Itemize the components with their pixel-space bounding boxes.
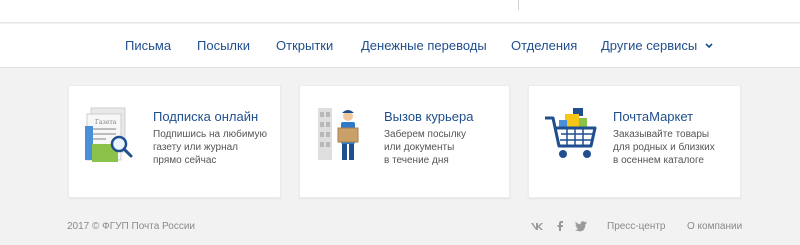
service-card-market[interactable]: ПочтаМаркет Заказывайте товары для родны… — [528, 85, 741, 198]
card-description-line: в течение дня — [384, 155, 449, 166]
chevron-down-icon — [705, 43, 713, 49]
card-title[interactable]: Вызов курьера — [384, 109, 473, 124]
main-nav: Письма Посылки Открытки Денежные перевод… — [0, 24, 800, 68]
card-description: Подпишись на любимую газету или журнал п… — [153, 128, 293, 167]
service-card-courier[interactable]: Вызов курьера Заберем посылку или докуме… — [299, 85, 510, 198]
nav-item-money-transfers[interactable]: Денежные переводы — [361, 38, 487, 53]
card-description: Заберем посылку или документы в течение … — [384, 128, 524, 167]
service-card-subscription[interactable]: Газета Подписка онлайн Подпишись на люби… — [68, 85, 281, 198]
nav-item-other-services[interactable]: Другие сервисы — [601, 38, 713, 53]
vk-icon[interactable] — [530, 220, 544, 232]
newspaper-magnifier-icon: Газета — [85, 107, 133, 162]
top-divider — [518, 0, 519, 10]
card-description-line: для родных и близких — [613, 142, 715, 153]
nav-item-letters[interactable]: Письма — [125, 38, 171, 53]
top-strip — [0, 0, 800, 23]
card-description-line: прямо сейчас — [153, 155, 217, 166]
footer-copyright: 2017 © ФГУП Почта России — [67, 221, 196, 232]
card-title[interactable]: ПочтаМаркет — [613, 109, 693, 124]
card-description-line: Подпишись на любимую — [153, 129, 267, 140]
shopping-cart-icon — [545, 108, 597, 158]
card-description-line: газету или журнал — [153, 142, 239, 153]
nav-item-offices[interactable]: Отделения — [511, 38, 577, 53]
nav-item-parcels[interactable]: Посылки — [197, 38, 250, 53]
card-description-line: в осеннем каталоге — [613, 155, 704, 166]
card-description-line: или документы — [384, 142, 455, 153]
nav-item-other-services-label: Другие сервисы — [601, 38, 698, 53]
card-title[interactable]: Подписка онлайн — [153, 109, 258, 124]
card-description: Заказывайте товары для родных и близких … — [613, 128, 753, 167]
card-description-line: Заберем посылку — [384, 129, 467, 140]
footer-link-press-center[interactable]: Пресс-центр — [607, 221, 665, 232]
nav-item-postcards[interactable]: Открытки — [276, 38, 333, 53]
facebook-icon[interactable] — [553, 220, 567, 232]
card-description-line: Заказывайте товары — [613, 129, 710, 140]
courier-icon — [318, 108, 359, 160]
footer-link-about[interactable]: О компании — [687, 221, 742, 232]
twitter-icon[interactable] — [574, 220, 588, 232]
svg-text:Газета: Газета — [95, 119, 117, 126]
